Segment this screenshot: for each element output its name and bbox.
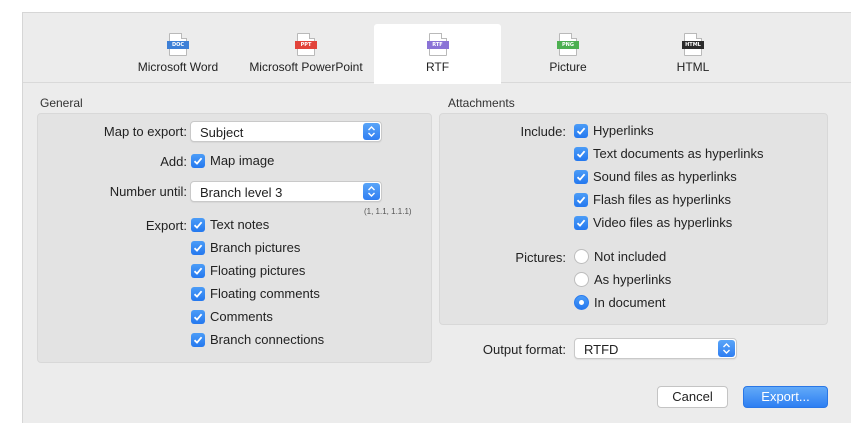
checkbox-checked-icon xyxy=(191,332,205,347)
include-option-checkbox[interactable]: Text documents as hyperlinks xyxy=(574,146,764,161)
radio-off-icon xyxy=(574,272,589,287)
number-hint: (1, 1.1, 1.1.1) xyxy=(364,207,412,216)
export-option-checkbox[interactable]: Text notes xyxy=(191,217,269,232)
checkbox-checked-icon xyxy=(191,217,205,232)
toolbar-label-html: HTML xyxy=(676,60,710,74)
toolbar-item-html[interactable]: HTML HTML xyxy=(633,24,753,83)
html-doc-icon: HTML xyxy=(682,33,704,56)
number-until-select[interactable]: Branch level 3 xyxy=(190,181,382,202)
map-image-checkbox[interactable]: Map image xyxy=(191,153,274,168)
select-stepper-icon xyxy=(718,340,735,357)
output-format-label: Output format: xyxy=(482,342,566,357)
select-stepper-icon xyxy=(363,183,380,200)
radio-on-icon xyxy=(574,295,589,310)
output-format-select[interactable]: RTFD xyxy=(574,338,737,359)
toolbar-item-picture[interactable]: PNG Picture xyxy=(508,24,628,83)
export-option-checkbox[interactable]: Floating comments xyxy=(191,286,320,301)
export-option-checkbox[interactable]: Comments xyxy=(191,309,273,324)
checkbox-checked-icon xyxy=(574,192,588,207)
pictures-label: Pictures: xyxy=(515,250,566,265)
checkbox-checked-icon xyxy=(191,263,205,278)
map-to-export-label: Map to export: xyxy=(103,124,187,139)
checkbox-checked-icon xyxy=(191,153,205,168)
checkbox-checked-icon xyxy=(574,123,588,138)
attachments-title: Attachments xyxy=(448,96,515,110)
toolbar-item-word[interactable]: DOC Microsoft Word xyxy=(119,24,237,83)
toolbar-label-rtf: RTF xyxy=(425,60,450,74)
cancel-button[interactable]: Cancel xyxy=(657,386,728,408)
rtf-doc-icon: RTF xyxy=(426,33,449,56)
pictures-radio-not-included[interactable]: Not included xyxy=(574,249,666,264)
radio-off-icon xyxy=(574,249,589,264)
include-label: Include: xyxy=(520,124,566,139)
checkbox-checked-icon xyxy=(574,146,588,161)
export-button[interactable]: Export... xyxy=(743,386,828,408)
general-panel xyxy=(37,113,432,363)
word-doc-icon: DOC xyxy=(167,33,189,56)
checkbox-checked-icon xyxy=(574,215,588,230)
select-stepper-icon xyxy=(363,123,380,140)
include-option-checkbox[interactable]: Flash files as hyperlinks xyxy=(574,192,731,207)
checkbox-checked-icon xyxy=(191,240,205,255)
pictures-radio-as-hyperlinks[interactable]: As hyperlinks xyxy=(574,272,671,287)
format-toolbar: DOC Microsoft Word PPT Microsoft PowerPo… xyxy=(23,13,851,84)
checkbox-checked-icon xyxy=(574,169,588,184)
general-title: General xyxy=(40,96,83,110)
toolbar-item-rtf[interactable]: RTF RTF xyxy=(374,24,501,84)
export-option-checkbox[interactable]: Branch connections xyxy=(191,332,324,347)
toolbar-label-word: Microsoft Word xyxy=(137,60,219,74)
checkbox-checked-icon xyxy=(191,309,205,324)
png-doc-icon: PNG xyxy=(557,33,579,56)
include-option-checkbox[interactable]: Sound files as hyperlinks xyxy=(574,169,737,184)
pictures-radio-in-document[interactable]: In document xyxy=(574,295,666,310)
number-until-label: Number until: xyxy=(109,184,187,199)
output-format-value: RTFD xyxy=(584,342,619,357)
export-dialog: DOC Microsoft Word PPT Microsoft PowerPo… xyxy=(22,12,851,423)
powerpoint-doc-icon: PPT xyxy=(295,33,317,56)
number-until-value: Branch level 3 xyxy=(200,185,283,200)
toolbar-item-powerpoint[interactable]: PPT Microsoft PowerPoint xyxy=(237,24,375,83)
map-to-export-value: Subject xyxy=(200,125,244,140)
export-option-checkbox[interactable]: Branch pictures xyxy=(191,240,300,255)
add-label: Add: xyxy=(160,154,187,169)
toolbar-label-picture: Picture xyxy=(549,60,587,74)
map-to-export-select[interactable]: Subject xyxy=(190,121,382,142)
export-label: Export: xyxy=(145,218,187,233)
checkbox-checked-icon xyxy=(191,286,205,301)
include-option-checkbox[interactable]: Video files as hyperlinks xyxy=(574,215,732,230)
export-option-checkbox[interactable]: Floating pictures xyxy=(191,263,305,278)
include-option-checkbox[interactable]: Hyperlinks xyxy=(574,123,654,138)
toolbar-label-powerpoint: Microsoft PowerPoint xyxy=(249,60,363,74)
